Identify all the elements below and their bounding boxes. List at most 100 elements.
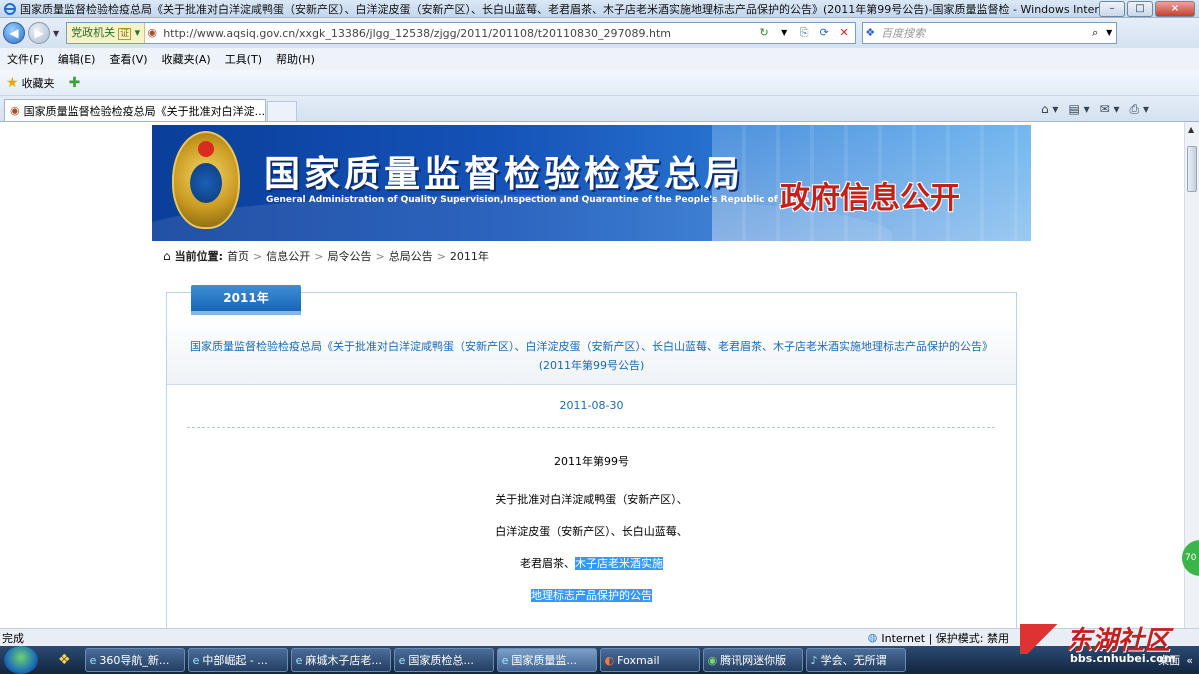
command-bar: ⌂ ▾ ▤ ▾ ✉ ▾ ⎙ ▾ bbox=[1041, 97, 1199, 121]
year-tab[interactable]: 2011年 bbox=[191, 285, 301, 315]
baidu-paw-icon: ❖ bbox=[865, 26, 876, 39]
body-line-2: 白洋淀皮蛋（安新产区）、长白山蓝莓、 bbox=[495, 525, 688, 538]
address-toolbar: ◀ ▶ ▼ 党政机关证 ▾ ◉ http://www.aqsiq.gov.cn/… bbox=[0, 18, 1199, 48]
scrollbar-thumb[interactable] bbox=[1187, 146, 1197, 192]
breadcrumb-year[interactable]: 2011年 bbox=[450, 248, 489, 264]
selected-text-2[interactable]: 地理标志产品保护的公告 bbox=[531, 589, 652, 602]
status-text: 完成 bbox=[2, 631, 24, 645]
gov-site-badge[interactable]: 党政机关证 ▾ bbox=[67, 23, 146, 43]
menu-edit[interactable]: 编辑(E) bbox=[51, 51, 103, 67]
watermark: 东湖社区 bbs.cnhubei.com bbox=[1020, 620, 1199, 674]
qq-icon: ◉ bbox=[707, 653, 718, 667]
search-box[interactable]: ❖ 百度搜索 ⌕ ▼ bbox=[862, 22, 1118, 44]
search-input[interactable]: 百度搜索 bbox=[877, 25, 1088, 41]
emblem-star bbox=[198, 141, 214, 157]
location-icon: ⌂ bbox=[163, 249, 171, 263]
mail-icon[interactable]: ✉ ▾ bbox=[1100, 102, 1120, 116]
compatibility-icon[interactable]: ↻ bbox=[757, 26, 771, 40]
site-favicon-icon: ◉ bbox=[147, 26, 157, 39]
music-icon: ♪ bbox=[810, 653, 818, 667]
selected-text-1[interactable]: 木子店老米酒实施 bbox=[575, 557, 663, 570]
body-line-3: 老君眉茶、木子店老米酒实施 bbox=[167, 555, 1016, 571]
home-icon[interactable]: ⌂ ▾ bbox=[1041, 102, 1058, 116]
breadcrumb-home[interactable]: 首页 bbox=[227, 248, 249, 264]
banner-title-cn: 国家质量监督检验检疫总局 bbox=[264, 154, 745, 195]
menu-file[interactable]: 文件(F) bbox=[0, 51, 51, 67]
watermark-logo-icon bbox=[1020, 624, 1064, 654]
taskbar-label-3: 麻城木子店老... bbox=[305, 654, 382, 667]
address-bar[interactable]: 党政机关证 ▾ ◉ http://www.aqsiq.gov.cn/xxgk_1… bbox=[66, 22, 857, 44]
back-button[interactable]: ◀ bbox=[3, 22, 25, 44]
taskbar-label-6: Foxmail bbox=[617, 653, 660, 667]
menu-favorites[interactable]: 收藏夹(A) bbox=[155, 51, 218, 67]
gov-site-label: 党政机关 bbox=[71, 26, 116, 39]
url-field[interactable]: http://www.aqsiq.gov.cn/xxgk_13386/jlgg_… bbox=[159, 27, 753, 40]
breadcrumb-info-open[interactable]: 信息公开 bbox=[266, 248, 310, 264]
menu-view[interactable]: 查看(V) bbox=[102, 51, 154, 67]
article-date: 2011-08-30 bbox=[559, 399, 624, 412]
taskbar-label-7: 腾讯网迷你版 bbox=[720, 654, 787, 667]
taskbar-button-7[interactable]: ◉ 腾讯网迷你版 bbox=[702, 648, 803, 672]
taskbar-button-4[interactable]: e 国家质检总... bbox=[393, 648, 494, 672]
rss-page-icon[interactable]: ⎘ bbox=[797, 26, 811, 40]
site-banner: 国家质量监督检验检疫总局 General Administration of Q… bbox=[152, 125, 1031, 241]
emblem-shield bbox=[190, 163, 222, 203]
tab-bar: ◉ 国家质量监督检验检疫总局《关于批准对白洋淀... ⌂ ▾ ▤ ▾ ✉ ▾ ⎙… bbox=[0, 96, 1199, 122]
refresh-icon[interactable]: ⟳ bbox=[817, 26, 831, 40]
body-line-1: 关于批准对白洋淀咸鸭蛋（安新产区）、 bbox=[495, 493, 688, 506]
breadcrumb-label: 当前位置: bbox=[174, 250, 224, 263]
breadcrumb-announcements[interactable]: 总局公告 bbox=[389, 248, 433, 264]
menu-help[interactable]: 帮助(H) bbox=[269, 51, 322, 67]
address-dropdown-icon[interactable]: ▼ bbox=[777, 26, 791, 40]
taskbar-button-6[interactable]: ◐ Foxmail bbox=[599, 648, 700, 672]
menu-bar: 文件(F) 编辑(E) 查看(V) 收藏夹(A) 工具(T) 帮助(H) bbox=[0, 48, 1199, 70]
forward-button[interactable]: ▶ bbox=[28, 22, 50, 44]
search-icon[interactable]: ⌕ bbox=[1088, 26, 1102, 40]
body-line-3-plain: 老君眉茶、 bbox=[520, 557, 575, 570]
taskbar-button-5[interactable]: e 国家质量监... bbox=[496, 648, 597, 672]
history-dropdown-icon[interactable]: ▼ bbox=[53, 29, 59, 38]
globe-icon: ◍ bbox=[867, 631, 878, 644]
aqsiq-emblem-icon bbox=[172, 131, 240, 229]
print-icon[interactable]: ⎙ ▾ bbox=[1130, 102, 1149, 117]
cert-dropdown-icon[interactable]: ▾ bbox=[135, 26, 141, 39]
tab-favicon-icon: ◉ bbox=[10, 104, 20, 117]
breadcrumb-sep: > bbox=[314, 249, 324, 263]
add-favorite-icon[interactable]: ✚ bbox=[69, 75, 81, 91]
window-title: 国家质量监督检验检疫总局《关于批准对白洋淀咸鸭蛋（安新产区）、白洋淀皮蛋（安新产… bbox=[20, 2, 1099, 16]
foxmail-icon: ◐ bbox=[604, 653, 615, 667]
feeds-icon[interactable]: ▤ ▾ bbox=[1068, 102, 1089, 116]
close-window-button[interactable]: × bbox=[1155, 0, 1195, 17]
taskbar-button-8[interactable]: ♪ 学会、无所谓 bbox=[805, 648, 906, 672]
banner-title-en: General Administration of Quality Superv… bbox=[266, 195, 810, 205]
breadcrumb: ⌂ 当前位置: 首页 > 信息公开 > 局令公告 > 总局公告 > 2011年 bbox=[163, 248, 489, 264]
banner-gov-open: 政府信息公开 bbox=[780, 181, 960, 216]
menu-tools[interactable]: 工具(T) bbox=[218, 51, 269, 67]
new-tab-button[interactable] bbox=[267, 101, 297, 121]
breadcrumb-orders[interactable]: 局令公告 bbox=[327, 248, 371, 264]
taskbar-button-1[interactable]: e 360导航_新... bbox=[84, 648, 185, 672]
favorites-bar: ★ 收藏夹 ✚ bbox=[0, 70, 1199, 96]
minimize-button[interactable]: – bbox=[1099, 0, 1125, 17]
scroll-up-arrow-icon[interactable]: ▲ bbox=[1188, 125, 1194, 134]
tab-label: 国家质量监督检验检疫总局《关于批准对白洋淀... bbox=[23, 104, 266, 118]
taskbar-label-2: 中部崛起 - ... bbox=[202, 654, 268, 667]
start-button[interactable] bbox=[4, 646, 38, 674]
favorites-button[interactable]: 收藏夹 bbox=[22, 75, 55, 91]
ie-logo-icon bbox=[3, 2, 17, 16]
zone-text: Internet | 保护模式: 禁用 bbox=[881, 631, 1009, 645]
tab-current[interactable]: ◉ 国家质量监督检验检疫总局《关于批准对白洋淀... bbox=[4, 99, 266, 121]
article-title: 国家质量监督检验检疫总局《关于批准对白洋淀咸鸭蛋（安新产区）、白洋淀皮蛋（安新产… bbox=[190, 340, 993, 372]
taskbar-button-2[interactable]: e 中部崛起 - ... bbox=[187, 648, 288, 672]
quicklaunch-icon[interactable]: ❖ bbox=[58, 652, 71, 668]
stop-icon[interactable]: ✕ bbox=[837, 26, 851, 40]
taskbar-label-5: 国家质量监... bbox=[511, 654, 577, 667]
ie-icon: e bbox=[295, 653, 303, 667]
ie-icon: e bbox=[192, 653, 200, 667]
maximize-button[interactable]: □ bbox=[1127, 0, 1153, 17]
watermark-sub: bbs.cnhubei.com bbox=[1070, 652, 1176, 665]
favorites-star-icon[interactable]: ★ bbox=[6, 75, 19, 91]
taskbar-button-3[interactable]: e 麻城木子店老... bbox=[290, 648, 391, 672]
article-panel: 国家质量监督检验检疫总局《关于批准对白洋淀咸鸭蛋（安新产区）、白洋淀皮蛋（安新产… bbox=[166, 285, 1017, 628]
search-dropdown-icon[interactable]: ▼ bbox=[1102, 26, 1116, 40]
